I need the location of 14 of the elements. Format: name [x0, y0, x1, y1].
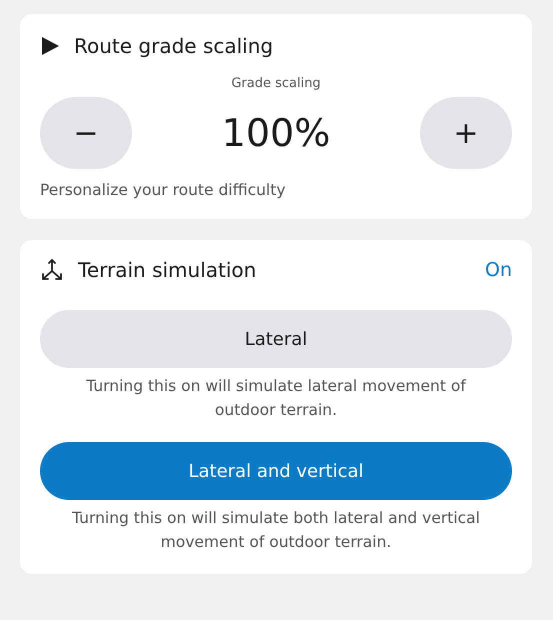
decrease-button[interactable]: −	[40, 97, 132, 169]
option-description: Turning this on will simulate lateral movement of outdoor terrain.	[85, 376, 468, 421]
play-icon	[40, 36, 60, 56]
option-description: Turning this on will simulate both lateral and vertical movement of outdoor terrain.	[71, 508, 481, 553]
card-title: Route grade scaling	[74, 34, 274, 58]
option-button[interactable]: Lateral	[40, 310, 512, 368]
caption: Personalize your route difficulty	[40, 181, 286, 199]
status-text: On	[485, 259, 512, 281]
option-button[interactable]: Lateral and vertical	[40, 442, 512, 500]
increase-button[interactable]: +	[420, 97, 512, 169]
grade-value: 100%	[222, 111, 330, 155]
value-label: Grade scaling	[231, 76, 321, 91]
card-title: Terrain simulation	[78, 258, 256, 282]
axes-icon	[40, 258, 64, 282]
